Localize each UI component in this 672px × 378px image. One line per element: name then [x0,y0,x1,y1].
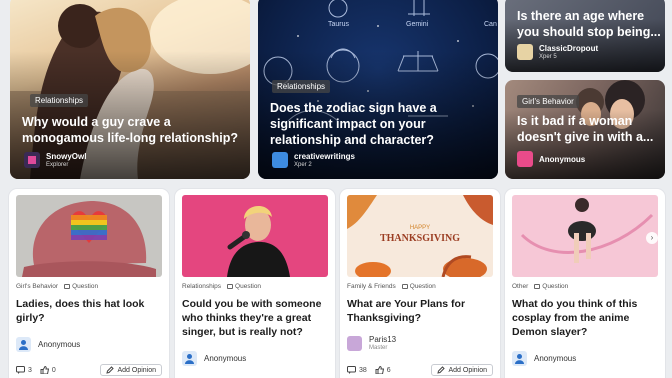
featured-title[interactable]: Does the zodiac sign have a significant … [270,100,495,148]
author-block[interactable]: Anonymous [182,351,246,366]
author-level: Xper 5 [539,54,557,60]
category-badge[interactable]: Girl's Behavior [517,95,579,108]
opinion-icon [16,366,25,374]
post-meta: Girl's Behavior Question [16,283,98,290]
question-icon [227,284,234,289]
post-meta: Other Question [512,283,568,290]
question-icon [401,284,408,289]
post-card[interactable]: Girl's Behavior Question Ladies, does th… [9,189,169,378]
author-block[interactable]: ClassicDropout Xper 5 [517,44,598,60]
post-type: Question [409,283,436,290]
featured-card-relationship[interactable]: Relationships Why would a guy crave a mo… [10,0,250,179]
featured-card-zodiac[interactable]: Taurus Gemini Can Relationships Does the… [258,0,498,179]
chevron-right-icon[interactable]: › [646,232,658,244]
user-avatar-icon [512,351,527,366]
author-name[interactable]: ClassicDropout [539,44,598,53]
post-card[interactable]: Other Question What do you think of this… [505,189,665,378]
add-opinion-button[interactable]: Add Opinion [431,364,493,376]
author-level: Master [369,345,388,351]
like-count[interactable]: 6 [375,366,391,374]
user-avatar-icon [182,351,197,366]
add-opinion-icon [437,366,446,374]
featured-card-age[interactable]: Is there an age where you should stop be… [505,0,665,72]
post-thumbnail-hat[interactable] [16,195,162,277]
question-icon [534,284,541,289]
author-name[interactable]: Anonymous [38,340,80,349]
author-name[interactable]: SnowyOwl [46,152,86,161]
author-level: Explorer [46,162,69,168]
opinion-count: 38 [347,366,367,374]
thumbnail-text-happy: HAPPY [410,225,430,231]
author-block[interactable]: Anonymous [517,151,585,167]
post-type: Question [72,283,99,290]
post-thumbnail-thanksgiving[interactable]: HAPPY THANKSGIVING [347,195,493,277]
post-meta: Relationships Question [182,283,261,290]
post-type: Question [542,283,569,290]
author-name[interactable]: Anonymous [534,354,576,363]
category-badge[interactable]: Relationships [272,80,331,93]
featured-title[interactable]: Is there an age where you should stop be… [517,8,662,40]
user-avatar-icon [272,152,288,168]
featured-title[interactable]: Why would a guy crave a monogamous life-… [22,114,247,146]
add-opinion-button[interactable]: Add Opinion [100,364,162,376]
featured-card-woman[interactable]: Girl's Behavior Is it bad if a woman doe… [505,80,665,179]
category-badge[interactable]: Relationships [30,94,89,107]
post-footer: 38 6 Add Opinion [347,363,493,377]
user-avatar-icon [517,44,533,60]
post-category[interactable]: Relationships [182,283,221,290]
author-name[interactable]: creativewritings [294,152,355,161]
add-opinion-icon [106,366,115,374]
post-thumbnail-singer[interactable] [182,195,328,277]
post-title[interactable]: What do you think of this cosplay from t… [512,297,660,339]
post-thumbnail-cosplay[interactable] [512,195,658,277]
post-title[interactable]: Could you be with someone who thinks the… [182,297,330,339]
post-type: Question [235,283,262,290]
post-category[interactable]: Girl's Behavior [16,283,58,290]
author-block[interactable]: SnowyOwl Explorer [24,152,86,168]
author-name[interactable]: Anonymous [539,155,585,164]
post-meta: Family & Friends Question [347,283,436,290]
post-title[interactable]: What are Your Plans for Thanksgiving? [347,297,495,325]
author-block[interactable]: Anonymous [16,337,80,352]
featured-title[interactable]: Is it bad if a woman doesn't give in wit… [517,113,662,145]
user-avatar-icon [517,151,533,167]
user-avatar-icon [347,335,362,351]
post-category[interactable]: Family & Friends [347,283,396,290]
user-avatar-icon [16,337,31,352]
author-name[interactable]: Paris13 [369,335,396,344]
like-icon [40,366,49,374]
author-block[interactable]: Paris13 Master [347,335,396,351]
author-block[interactable]: Anonymous [512,351,576,366]
thumbnail-text-thanksgiving: THANKSGIVING [380,233,460,244]
post-footer: 3 0 Add Opinion [16,363,162,377]
author-name[interactable]: Anonymous [204,354,246,363]
user-avatar-icon [24,152,40,168]
like-count[interactable]: 0 [40,366,56,374]
author-level: Xper 2 [294,162,312,168]
post-card[interactable]: HAPPY THANKSGIVING Family & Friends Ques… [340,189,500,378]
question-icon [64,284,71,289]
opinion-icon [347,366,356,374]
post-category[interactable]: Other [512,283,528,290]
post-title[interactable]: Ladies, does this hat look girly? [16,297,164,325]
like-icon [375,366,384,374]
post-card[interactable]: Relationships Question Could you be with… [175,189,335,378]
author-block[interactable]: creativewritings Xper 2 [272,152,355,168]
opinion-count: 3 [16,366,32,374]
